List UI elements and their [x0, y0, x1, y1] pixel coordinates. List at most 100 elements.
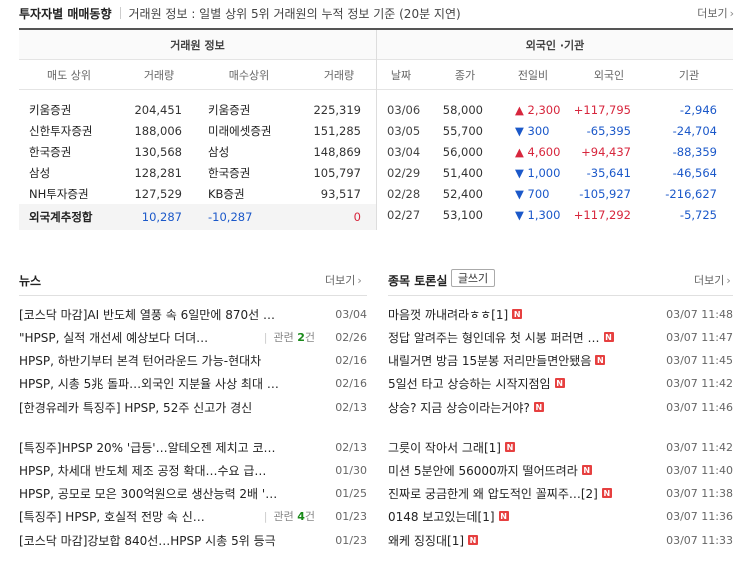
- fi-institution: -2,946: [679, 102, 717, 117]
- news-title: 뉴스: [19, 274, 42, 288]
- fi-close: 53,100: [442, 207, 483, 222]
- news-headline[interactable]: HPSP, 시총 5兆 돌파…외국인 지분율 사상 최대 …: [19, 375, 315, 392]
- news-headline[interactable]: [코스닥 마감]강보합 840선…HPSP 시총 5위 등극: [19, 532, 315, 549]
- news-item[interactable]: [한경유레카 특징주] HPSP, 52주 신고가 경신 02/13: [19, 396, 367, 418]
- board-post[interactable]: 그릇이 작아서 그래[1] N 03/07 11:42: [388, 436, 733, 458]
- fi-change: ▼ 300: [515, 123, 550, 138]
- fi-foreign: +117,292: [573, 207, 631, 222]
- broker-sell-name[interactable]: 신한투자증권: [29, 120, 129, 141]
- news-item[interactable]: HPSP, 차세대 반도체 제조 공정 확대…수요 급… 01/30: [19, 459, 367, 481]
- fi-close: 56,000: [442, 144, 483, 159]
- board-post[interactable]: 왜케 징징대[1] N 03/07 11:33: [388, 529, 733, 551]
- related-count[interactable]: | 관련 4건: [264, 508, 315, 524]
- fi-date: 03/05: [387, 123, 421, 138]
- fi-institution: -216,627: [665, 186, 717, 201]
- board-post-title[interactable]: 마음껏 까내려라ㅎㅎ[1]: [388, 306, 508, 323]
- board-post[interactable]: 0148 보고있는데[1] N 03/07 11:36: [388, 505, 733, 527]
- broker-sell-volume: 130,568: [134, 144, 182, 159]
- broker-sell-name[interactable]: 키움증권: [29, 99, 129, 120]
- board-post[interactable]: 내릴거면 방금 15분봉 저리만들면안됐음 N 03/07 11:45: [388, 349, 733, 371]
- board-post[interactable]: 정답 알려주는 형인데유 첫 시봉 퍼러면 … N 03/07 11:47: [388, 326, 733, 348]
- board-post-title[interactable]: 5일선 타고 상승하는 시작지점임: [388, 375, 551, 392]
- fi-change: ▼ 1,000: [515, 165, 561, 180]
- board-more-text: 더보기: [694, 274, 725, 287]
- news-headline[interactable]: [특징주] HPSP, 호실적 전망 속 신…: [19, 508, 262, 525]
- foreign-inst-group-header: 외국인 ·기관: [377, 30, 733, 60]
- news-headline[interactable]: [코스닥 마감]AI 반도체 열풍 속 6일만에 870선 …: [19, 306, 315, 323]
- board-post-title[interactable]: 상승? 지금 상승이라는거야?: [388, 399, 530, 416]
- board-more-link[interactable]: 더보기 ›: [694, 272, 731, 288]
- foreign-sell-volume: 10,287: [141, 209, 182, 224]
- board-post-title[interactable]: 정답 알려주는 형인데유 첫 시봉 퍼러면 …: [388, 329, 600, 346]
- news-headline[interactable]: "HPSP, 실적 개선세 예상보다 더뎌…: [19, 329, 262, 346]
- news-item[interactable]: [코스닥 마감]AI 반도체 열풍 속 6일만에 870선 … 03/04: [19, 303, 367, 325]
- investor-trading-header: 투자자별 매매동향 거래원 정보 : 일별 상위 5위 거래원의 누적 정보 기…: [19, 3, 734, 23]
- board-post[interactable]: 상승? 지금 상승이라는거야? N 03/07 11:46: [388, 396, 733, 418]
- news-item[interactable]: [특징주]HPSP 20% '급등'…알테오젠 제치고 코… 02/13: [19, 436, 367, 458]
- news-more-text: 더보기: [325, 274, 356, 287]
- section-description: 거래원 정보 : 일별 상위 5위 거래원의 누적 정보 기준 (20분 지연): [128, 6, 461, 21]
- broker-buy-volume: 105,797: [313, 165, 361, 180]
- fi-date: 03/06: [387, 102, 421, 117]
- more-link[interactable]: 더보기: [697, 5, 734, 21]
- news-headline[interactable]: HPSP, 공모로 모은 300억원으로 생산능력 2배 '…: [19, 485, 315, 502]
- board-post-title[interactable]: 왜케 징징대[1]: [388, 532, 464, 549]
- col-sell-volume: 거래량: [143, 68, 175, 82]
- news-item[interactable]: [코스닥 마감]강보합 840선…HPSP 시총 5위 등극 01/23: [19, 529, 367, 551]
- board-post-title[interactable]: 내릴거면 방금 15분봉 저리만들면안됐음: [388, 352, 591, 369]
- fi-foreign: -65,395: [586, 123, 631, 138]
- news-date: 03/04: [335, 307, 367, 321]
- fi-institution: -5,725: [679, 207, 717, 222]
- news-item[interactable]: HPSP, 공모로 모은 300억원으로 생산능력 2배 '… 01/25: [19, 482, 367, 504]
- board-post[interactable]: 진짜로 궁금한게 왜 압도적인 꼴찌주…[2] N 03/07 11:38: [388, 482, 733, 504]
- board-post-title[interactable]: 그릇이 작아서 그래[1]: [388, 439, 501, 456]
- news-headline[interactable]: HPSP, 차세대 반도체 제조 공정 확대…수요 급…: [19, 462, 315, 479]
- fi-change: ▲ 4,600: [515, 144, 561, 159]
- board-title: 종목 토론실: [388, 274, 448, 288]
- col-date: 날짜: [390, 68, 412, 82]
- board-post-title[interactable]: 진짜로 궁금한게 왜 압도적인 꼴찌주…[2]: [388, 485, 598, 502]
- new-badge-icon: N: [533, 402, 544, 412]
- board-post-date: 03/07 11:47: [666, 330, 733, 344]
- fi-change: ▼ 700: [515, 186, 550, 201]
- news-item[interactable]: HPSP, 시총 5兆 돌파…외국인 지분율 사상 최대 … 02/16: [19, 372, 367, 394]
- col-institution: 기관: [678, 68, 700, 82]
- related-label: 관련: [273, 510, 298, 523]
- fi-foreign: -35,641: [586, 165, 631, 180]
- news-date: 02/16: [335, 376, 367, 390]
- section-title: 투자자별 매매동향: [19, 6, 112, 21]
- news-date: 02/13: [335, 440, 367, 454]
- col-foreign: 외국인: [593, 68, 625, 82]
- fi-date: 02/29: [387, 165, 421, 180]
- news-divider: [19, 295, 367, 296]
- write-post-button[interactable]: 글쓰기: [451, 269, 495, 287]
- broker-buy-volume: 148,869: [313, 144, 361, 159]
- broker-sell-name[interactable]: 한국증권: [29, 141, 129, 162]
- news-item[interactable]: "HPSP, 실적 개선세 예상보다 더뎌… | 관련 2건 02/26: [19, 326, 367, 348]
- news-date: 01/25: [335, 486, 367, 500]
- fi-date: 03/04: [387, 144, 421, 159]
- fi-foreign: +94,437: [581, 144, 631, 159]
- board-post[interactable]: 미션 5분안에 56000까지 떨어뜨려라 N 03/07 11:40: [388, 459, 733, 481]
- news-item[interactable]: HPSP, 하반기부터 본격 턴어라운드 가능-현대차 02/16: [19, 349, 367, 371]
- board-post-title[interactable]: 미션 5분안에 56000까지 떨어뜨려라: [388, 462, 578, 479]
- news-item[interactable]: [특징주] HPSP, 호실적 전망 속 신… | 관련 4건 01/23: [19, 505, 367, 527]
- col-buy-volume: 거래량: [323, 68, 355, 82]
- news-date: 02/16: [335, 353, 367, 367]
- board-post[interactable]: 마음껏 까내려라ㅎㅎ[1] N 03/07 11:48: [388, 303, 733, 325]
- board-post[interactable]: 5일선 타고 상승하는 시작지점임 N 03/07 11:42: [388, 372, 733, 394]
- news-date: 01/23: [335, 533, 367, 547]
- board-post-date: 03/07 11:48: [666, 307, 733, 321]
- news-headline[interactable]: HPSP, 하반기부터 본격 턴어라운드 가능-현대차: [19, 352, 315, 369]
- broker-sell-name[interactable]: NH투자증권: [29, 183, 129, 204]
- foreign-net: 0: [353, 209, 361, 224]
- news-more-link[interactable]: 더보기 ›: [325, 272, 362, 288]
- fi-date: 02/27: [387, 207, 421, 222]
- news-headline[interactable]: [한경유레카 특징주] HPSP, 52주 신고가 경신: [19, 399, 315, 416]
- broker-sell-name[interactable]: 삼성: [29, 162, 129, 183]
- broker-sell-volume: 128,281: [134, 165, 182, 180]
- foreign-buy-volume: -10,287: [208, 209, 253, 224]
- related-count[interactable]: | 관련 2건: [264, 329, 315, 345]
- board-post-title[interactable]: 0148 보고있는데[1]: [388, 508, 495, 525]
- news-headline[interactable]: [특징주]HPSP 20% '급등'…알테오젠 제치고 코…: [19, 439, 315, 456]
